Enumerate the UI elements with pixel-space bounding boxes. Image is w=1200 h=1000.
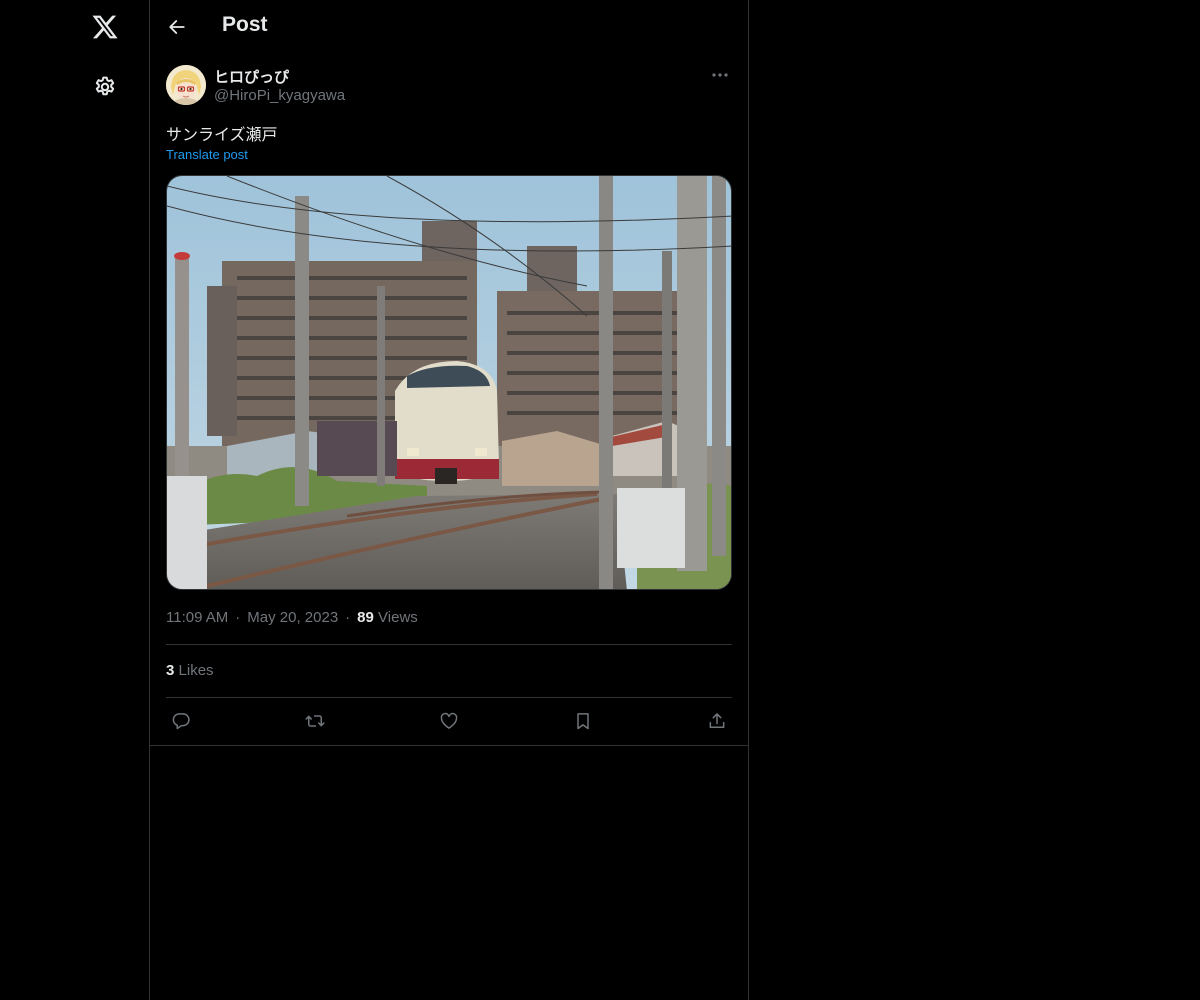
post-meta: 11:09 AM · May 20, 2023 · 89 Views — [166, 609, 418, 626]
gear-icon — [95, 76, 115, 96]
meta-separator-2: · — [345, 609, 351, 626]
likes-label: Likes — [178, 662, 214, 679]
meta-separator: · — [235, 609, 241, 626]
post-text: サンライズ瀬戸 — [166, 125, 278, 144]
post-date[interactable]: May 20, 2023 — [247, 609, 338, 626]
avatar[interactable] — [166, 65, 206, 105]
repost-button[interactable] — [300, 708, 330, 734]
views-label: Views — [378, 609, 418, 626]
share-icon — [709, 713, 725, 728]
repost-icon — [305, 715, 325, 727]
x-logo-icon — [92, 15, 118, 39]
bookmark-icon — [577, 713, 589, 730]
back-button[interactable] — [160, 10, 194, 44]
post-bottom-border — [150, 745, 748, 746]
x-logo-link[interactable] — [82, 4, 128, 50]
like-button[interactable] — [434, 708, 464, 734]
share-button[interactable] — [702, 708, 732, 734]
train-photo — [167, 176, 731, 589]
page-header: Post — [150, 0, 748, 53]
post-time[interactable]: 11:09 AM — [166, 609, 228, 626]
bookmark-button[interactable] — [568, 708, 598, 734]
divider — [166, 644, 732, 645]
views: 89 Views — [357, 609, 418, 626]
likes-link[interactable]: 3 Likes — [166, 662, 214, 679]
author-handle[interactable]: @HiroPi_kyagyawa — [214, 87, 345, 104]
page-title: Post — [222, 13, 268, 36]
more-button[interactable] — [708, 64, 732, 86]
settings-button[interactable] — [82, 64, 128, 110]
arrow-left-icon — [169, 20, 185, 34]
left-nav — [0, 0, 150, 1000]
author-name[interactable]: ヒロぴっぴ — [214, 66, 289, 87]
action-bar — [166, 708, 732, 734]
translate-post-link[interactable]: Translate post — [166, 147, 248, 162]
avatar-image — [166, 65, 206, 105]
likes-count: 3 — [166, 662, 175, 679]
reply-icon — [172, 713, 190, 730]
views-count: 89 — [357, 609, 374, 626]
divider — [166, 697, 732, 698]
main-column: Post ヒロぴっぴ @HiroPi_kyagyawa サンライズ瀬戸 Tran… — [150, 0, 749, 1000]
heart-icon — [440, 712, 458, 729]
post-photo[interactable] — [166, 175, 732, 590]
reply-button[interactable] — [166, 708, 196, 734]
more-dots-icon — [712, 73, 728, 77]
app: Post ヒロぴっぴ @HiroPi_kyagyawa サンライズ瀬戸 Tran… — [0, 0, 1200, 1000]
